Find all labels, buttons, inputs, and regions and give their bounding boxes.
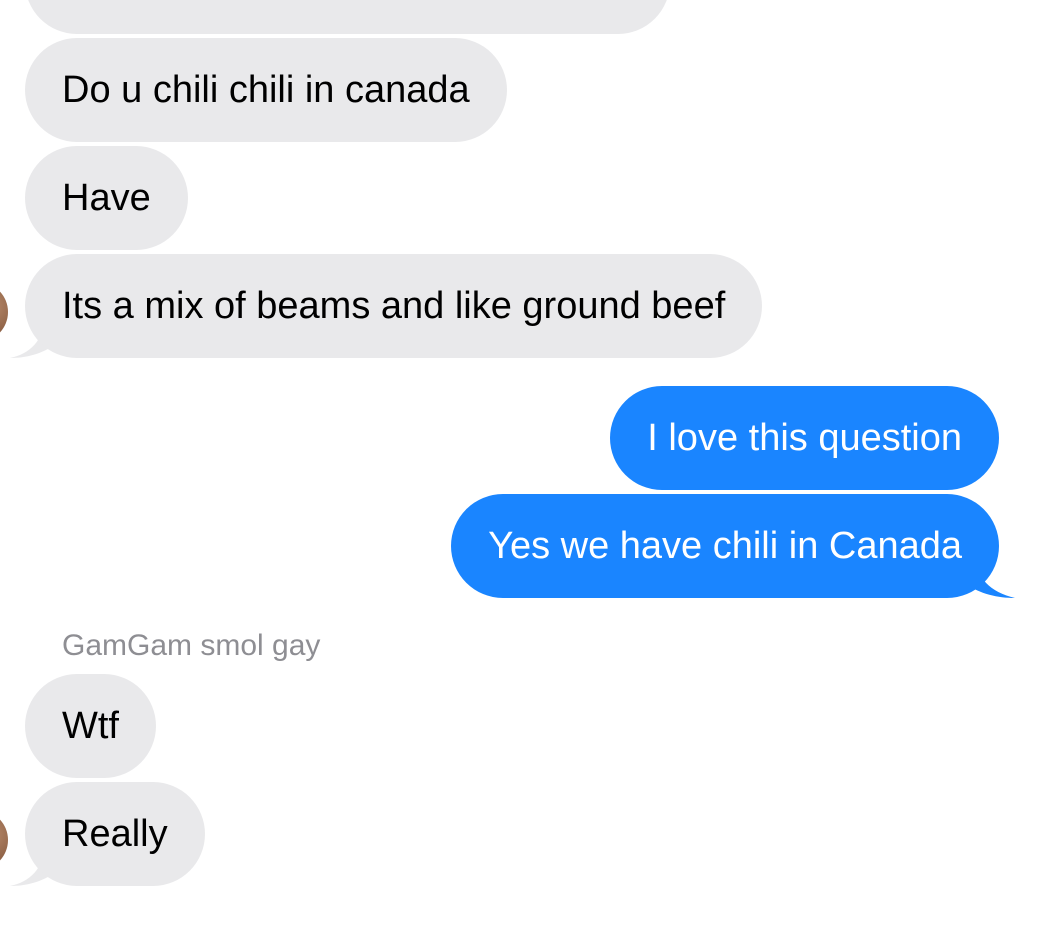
message-bubble-incoming[interactable]	[25, 0, 670, 34]
message-text: Its a mix of beams and like ground beef	[62, 285, 726, 327]
message-bubble-incoming[interactable]: Have	[25, 146, 188, 250]
message-bubble-incoming[interactable]: Really	[25, 782, 205, 886]
sender-name: GamGam smol gay	[62, 629, 321, 662]
message-bubble-outgoing[interactable]: I love this question	[610, 386, 999, 490]
message-text: Have	[62, 177, 151, 219]
message-bubble-outgoing[interactable]: Yes we have chili in Canada	[451, 494, 999, 598]
message-bubble-incoming[interactable]: Do u chili chili in canada	[25, 38, 507, 142]
message-text: Do u chili chili in canada	[62, 69, 470, 111]
message-text: I love this question	[647, 417, 962, 459]
message-text: Wtf	[62, 705, 119, 747]
message-bubble-incoming[interactable]: Wtf	[25, 674, 156, 778]
message-bubble-incoming[interactable]: Its a mix of beams and like ground beef	[25, 254, 763, 358]
message-text: Really	[62, 813, 168, 855]
message-text: Yes we have chili in Canada	[488, 525, 962, 567]
